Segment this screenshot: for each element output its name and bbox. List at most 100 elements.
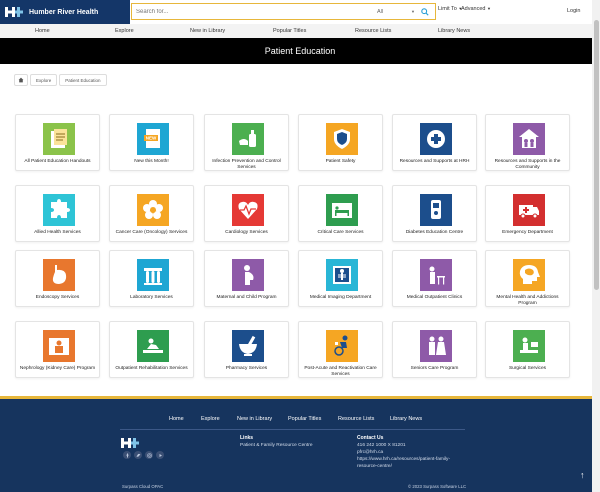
- category-card[interactable]: Cancer Care (Oncology) Services: [109, 185, 194, 242]
- brain-head-icon: [513, 259, 545, 291]
- footer-link-pfrc[interactable]: Patient & Family Resource Centre: [240, 442, 313, 449]
- test-tubes-icon: [137, 259, 169, 291]
- hand-sanitizer-icon: [232, 123, 264, 155]
- youtube-icon[interactable]: [156, 451, 164, 459]
- category-card[interactable]: Post-Acute and Reactivation Care Service…: [298, 321, 383, 378]
- category-card[interactable]: Maternal and Child Program: [204, 250, 289, 307]
- page-title: Patient Education: [264, 46, 336, 56]
- category-card[interactable]: Resources and Supports at HRH: [392, 114, 477, 171]
- category-card-label: Diabetes Education Centre: [405, 230, 464, 235]
- category-card[interactable]: Pharmacy Services: [204, 321, 289, 378]
- brand-logo-link[interactable]: Humber River Health: [0, 0, 130, 24]
- category-card-label: Resources and Supports in the Community: [494, 159, 561, 170]
- facebook-icon[interactable]: [123, 451, 131, 459]
- footer-nav-resource-lists[interactable]: Resource Lists: [338, 416, 374, 422]
- advanced-button[interactable]: Advanced ▼: [461, 6, 491, 12]
- category-card-label: Post-Acute and Reactivation Care Service…: [304, 366, 377, 377]
- chevron-down-icon: ▼: [411, 9, 415, 14]
- footer-copyright: © 2023 Surpass Software LLC: [408, 484, 467, 489]
- category-grid: All Patient Education Handouts NEW New thi…: [15, 114, 573, 379]
- footer-email[interactable]: pfrc@hrh.ca: [357, 449, 383, 456]
- category-card[interactable]: Surgical Services: [485, 321, 570, 378]
- category-card[interactable]: Resources and Supports in the Community: [485, 114, 570, 171]
- footer-nav-library-news[interactable]: Library News: [390, 416, 422, 422]
- footer: Home Explore New in Library Popular Titl…: [0, 396, 592, 492]
- category-card[interactable]: Nephrology (Kidney Care) Program: [15, 321, 100, 378]
- new-document-icon: NEW: [137, 123, 169, 155]
- breadcrumb: Explore Patient Education: [14, 74, 109, 86]
- instagram-icon[interactable]: [145, 451, 153, 459]
- wheelchair-icon: [326, 330, 358, 362]
- category-card[interactable]: Mental Health and Addictions Program: [485, 250, 570, 307]
- nav-new-in-library[interactable]: New in Library: [190, 28, 225, 34]
- footer-contact-title: Contact Us: [357, 435, 384, 441]
- footer-nav-new-in-library[interactable]: New in Library: [237, 416, 272, 422]
- kidney-patient-icon: [43, 330, 75, 362]
- search-scope-value: All: [377, 8, 384, 15]
- header: Humber River Health All ▼ Limit To ▼ Adv…: [0, 0, 600, 24]
- footer-nav-popular-titles[interactable]: Popular Titles: [288, 416, 321, 422]
- category-card-label: Medical Outpatient Clinics: [406, 295, 463, 300]
- nav-resource-lists[interactable]: Resource Lists: [355, 28, 391, 34]
- footer-url-line1[interactable]: https://www.hrh.ca/resources/patient-fam…: [357, 456, 450, 463]
- breadcrumb-explore[interactable]: Explore: [30, 74, 58, 86]
- category-card-label: All Patient Education Handouts: [24, 159, 91, 164]
- login-link[interactable]: Login: [567, 8, 580, 14]
- breadcrumb-current: Patient Education: [59, 74, 107, 86]
- category-card-label: Cardiology Services: [225, 230, 268, 235]
- category-card[interactable]: Seniors Care Program: [392, 321, 477, 378]
- twitter-icon[interactable]: [134, 451, 142, 459]
- footer-phone: 416 242 1000 X 81201: [357, 443, 406, 448]
- footer-nav-explore[interactable]: Explore: [201, 416, 220, 422]
- category-card[interactable]: NEW New this Month!: [109, 114, 194, 171]
- category-card-label: Resources and Supports at HRH: [399, 159, 470, 164]
- footer-nav-home[interactable]: Home: [169, 416, 184, 422]
- category-card[interactable]: Cardiology Services: [204, 185, 289, 242]
- back-to-top-arrow-icon[interactable]: ↑: [580, 470, 585, 480]
- category-card-label: Infection Prevention and Control Service…: [212, 159, 281, 170]
- category-card[interactable]: Endoscopy Services: [15, 250, 100, 307]
- nav-home[interactable]: Home: [35, 28, 50, 34]
- category-card-label: Surgical Services: [508, 366, 547, 371]
- category-card[interactable]: Diabetes Education Centre: [392, 185, 477, 242]
- category-card[interactable]: Allied Health Services: [15, 185, 100, 242]
- nav-explore[interactable]: Explore: [115, 28, 134, 34]
- footer-platform: Surpass Cloud OPAC: [122, 484, 164, 489]
- category-card[interactable]: Emergency Department: [485, 185, 570, 242]
- heart-pulse-icon: [232, 194, 264, 226]
- xray-icon: [326, 259, 358, 291]
- category-card-label: Mental Health and Addictions Program: [496, 295, 559, 306]
- category-card[interactable]: Laboratory Services: [109, 250, 194, 307]
- scrollbar-thumb[interactable]: [594, 20, 599, 290]
- category-card[interactable]: Medical Outpatient Clinics: [392, 250, 477, 307]
- pregnant-icon: [232, 259, 264, 291]
- category-card[interactable]: Medical Imaging Department: [298, 250, 383, 307]
- category-card-label: Medical Imaging Department: [309, 295, 372, 300]
- category-card-label: Patient Safety: [325, 159, 356, 164]
- search-input[interactable]: [132, 4, 373, 19]
- category-card[interactable]: Critical Care Services: [298, 185, 383, 242]
- breadcrumb-home[interactable]: [14, 74, 28, 86]
- seniors-icon: [420, 330, 452, 362]
- page-banner: Patient Education: [0, 38, 600, 64]
- category-card[interactable]: Infection Prevention and Control Service…: [204, 114, 289, 171]
- category-card[interactable]: Outpatient Rehabilitation Services: [109, 321, 194, 378]
- flower-icon: [137, 194, 169, 226]
- home-icon: [18, 77, 24, 83]
- footer-divider: [120, 429, 465, 430]
- category-card-label: Nephrology (Kidney Care) Program: [19, 366, 96, 371]
- nav-library-news[interactable]: Library News: [438, 28, 470, 34]
- category-card-label: Endoscopy Services: [35, 295, 80, 300]
- footer-url-line2[interactable]: resource-centre/: [357, 463, 392, 470]
- category-card[interactable]: Patient Safety: [298, 114, 383, 171]
- brand-name: Humber River Health: [29, 8, 99, 16]
- category-card-label: Maternal and Child Program: [216, 295, 277, 300]
- limit-to-button[interactable]: Limit To ▼: [438, 6, 462, 12]
- category-card-label: Allied Health Services: [34, 230, 81, 235]
- category-card[interactable]: All Patient Education Handouts: [15, 114, 100, 171]
- category-card-label: New this Month!: [134, 159, 169, 164]
- search-scope-select[interactable]: All ▼: [373, 9, 419, 15]
- search-icon[interactable]: [419, 6, 431, 18]
- nav-popular-titles[interactable]: Popular Titles: [273, 28, 306, 34]
- ambulance-icon: [513, 194, 545, 226]
